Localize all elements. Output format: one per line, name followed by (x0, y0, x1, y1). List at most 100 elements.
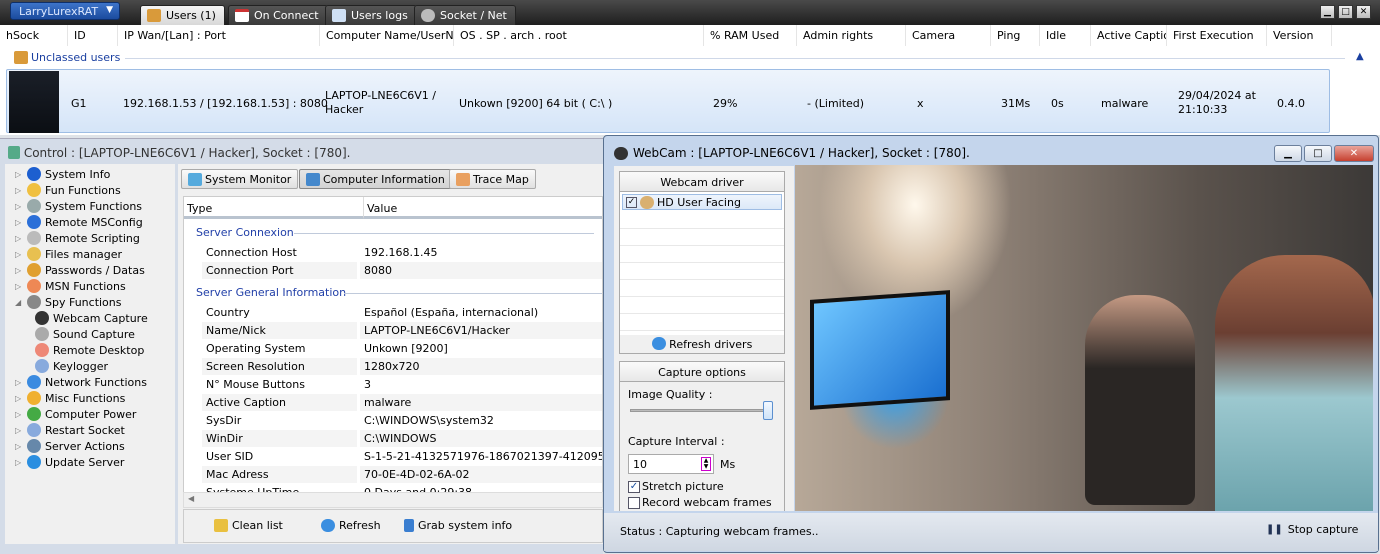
list-item[interactable]: User SID S-1-5-21-4132571976-1867021397-4… (202, 448, 602, 466)
list-item[interactable]: SysDir C:\WINDOWS\system32 (202, 412, 602, 430)
tree-label: Remote Desktop (53, 343, 145, 357)
expand-arrow-icon[interactable]: ▷ (15, 218, 23, 227)
tab-users[interactable]: Users (1) (140, 5, 225, 25)
tree-item-system-functions[interactable]: ▷ System Functions (15, 199, 142, 213)
col-idle[interactable]: Idle (1040, 25, 1091, 46)
list-item[interactable]: Connection Host 192.168.1.45 (202, 244, 602, 262)
horizontal-scrollbar[interactable]: ◀ (183, 492, 603, 508)
expand-arrow-icon[interactable]: ▷ (15, 234, 23, 243)
col-caption[interactable]: Active Caption (1091, 25, 1167, 46)
col-type[interactable]: Type (184, 197, 364, 219)
minimize-button[interactable]: ▁ (1274, 145, 1302, 162)
tree-item-keylogger[interactable]: Keylogger (35, 359, 108, 373)
refresh-drivers-button[interactable]: Refresh drivers (620, 335, 784, 353)
maximize-button[interactable]: □ (1304, 145, 1332, 162)
col-hsock[interactable]: hSock (0, 25, 68, 46)
col-value[interactable]: Value (364, 197, 602, 219)
control-title: Control : [LAPTOP-LNE6C6V1 / Hacker], So… (8, 146, 351, 160)
list-item[interactable]: Operating System Unkown [9200] (202, 340, 602, 358)
stop-capture-button[interactable]: ❚❚ Stop capture (1266, 523, 1358, 536)
col-id[interactable]: ID (68, 25, 118, 46)
collapse-arrow-icon[interactable]: ◢ (15, 298, 23, 307)
close-button[interactable]: ✕ (1356, 5, 1371, 19)
minimize-button[interactable]: ▁ (1320, 5, 1335, 19)
expand-arrow-icon[interactable]: ▷ (15, 410, 23, 419)
list-item[interactable]: Active Caption malware (202, 394, 602, 412)
spinner-icon[interactable]: ▲ ▼ (701, 457, 711, 471)
col-first-exec[interactable]: First Execution (1167, 25, 1267, 46)
expand-arrow-icon[interactable]: ▷ (15, 378, 23, 387)
interval-label: Capture Interval : (628, 435, 725, 448)
list-item[interactable]: N° Mouse Buttons 3 (202, 376, 602, 394)
expand-arrow-icon[interactable]: ▷ (15, 202, 23, 211)
list-item[interactable]: Screen Resolution 1280x720 (202, 358, 602, 376)
expand-arrow-icon[interactable]: ▷ (15, 394, 23, 403)
refresh-button[interactable]: Refresh (321, 519, 381, 532)
tree-item-computer-power[interactable]: ▷ Computer Power (15, 407, 136, 421)
tree-item-passwords-datas[interactable]: ▷ Passwords / Datas (15, 263, 145, 277)
expand-arrow-icon[interactable]: ▷ (15, 426, 23, 435)
grab-system-info-button[interactable]: Grab system info (404, 519, 512, 532)
expand-arrow-icon[interactable]: ▷ (15, 266, 23, 275)
item-type: Operating System (206, 342, 306, 355)
list-item[interactable]: WinDir C:\WINDOWS (202, 430, 602, 448)
list-item[interactable]: Connection Port 8080 (202, 262, 602, 280)
expand-arrow-icon[interactable]: ▷ (15, 442, 23, 451)
list-item[interactable]: Name/Nick LAPTOP-LNE6C6V1/Hacker (202, 322, 602, 340)
tab-users-logs[interactable]: Users logs (325, 5, 417, 25)
tree-item-update-server[interactable]: ▷ Update Server (15, 455, 124, 469)
function-icon (27, 215, 41, 229)
collapse-icon[interactable]: ▲ (1356, 51, 1364, 62)
tree-item-files-manager[interactable]: ▷ Files manager (15, 247, 122, 261)
expand-arrow-icon[interactable]: ▷ (15, 186, 23, 195)
clean-list-button[interactable]: Clean list (214, 519, 283, 532)
section-header[interactable]: Server General Information (196, 286, 346, 299)
expand-arrow-icon[interactable]: ▷ (15, 170, 23, 179)
tree-item-system-info[interactable]: ▷ System Info (15, 167, 110, 181)
col-os[interactable]: OS . SP . arch . root (454, 25, 704, 46)
tree-item-misc-functions[interactable]: ▷ Misc Functions (15, 391, 125, 405)
record-checkbox[interactable]: Record webcam frames (628, 496, 772, 509)
tree-item-msn-functions[interactable]: ▷ MSN Functions (15, 279, 126, 293)
tree-item-server-actions[interactable]: ▷ Server Actions (15, 439, 125, 453)
tree-item-fun-functions[interactable]: ▷ Fun Functions (15, 183, 121, 197)
tab-on-connect[interactable]: On Connect (228, 5, 328, 25)
tree-item-remote-scripting[interactable]: ▷ Remote Scripting (15, 231, 140, 245)
trace-map-button[interactable]: Trace Map (449, 169, 536, 189)
quality-slider[interactable] (630, 409, 770, 412)
interval-input[interactable]: 10 ▲ ▼ (628, 454, 714, 474)
tree-item-spy-functions[interactable]: ◢ Spy Functions (15, 295, 122, 309)
expand-arrow-icon[interactable]: ▷ (15, 282, 23, 291)
driver-checkbox[interactable]: ✓ (626, 196, 637, 208)
computer-information-button[interactable]: Computer Information (299, 169, 452, 189)
expand-arrow-icon[interactable]: ▷ (15, 250, 23, 259)
tree-item-remote-msconfig[interactable]: ▷ Remote MSConfig (15, 215, 143, 229)
col-computer[interactable]: Computer Name/UserName (320, 25, 454, 46)
system-monitor-button[interactable]: System Monitor (181, 169, 299, 189)
maximize-button[interactable]: □ (1338, 5, 1353, 19)
expand-arrow-icon[interactable]: ▷ (15, 458, 23, 467)
driver-item[interactable]: ✓ HD User Facing (622, 194, 782, 210)
tree-item-sound-capture[interactable]: Sound Capture (35, 327, 135, 341)
tree-item-webcam-capture[interactable]: Webcam Capture (35, 311, 148, 325)
section-header[interactable]: Server Connexion (196, 226, 294, 239)
table-row[interactable]: G1 192.168.1.53 / [192.168.1.53] : 8080 … (6, 69, 1330, 133)
group-header[interactable]: Unclassed users (14, 51, 120, 64)
col-camera[interactable]: Camera (906, 25, 991, 46)
tree-item-restart-socket[interactable]: ▷ Restart Socket (15, 423, 125, 437)
tab-socket-net[interactable]: Socket / Net (414, 5, 516, 25)
col-admin[interactable]: Admin rights (797, 25, 906, 46)
list-item[interactable]: Mac Adress 70-0E-4D-02-6A-02 (202, 466, 602, 484)
app-menu-dropdown[interactable]: LarryLurexRAT ▼ (10, 2, 120, 20)
col-ram[interactable]: % RAM Used (704, 25, 797, 46)
list-item[interactable]: Country Español (España, internacional) (202, 304, 602, 322)
tree-item-remote-desktop[interactable]: Remote Desktop (35, 343, 144, 357)
scroll-left-icon[interactable]: ◀ (188, 494, 194, 503)
col-ip[interactable]: IP Wan/[Lan] : Port (118, 25, 320, 46)
quality-slider-thumb[interactable] (763, 401, 773, 420)
col-version[interactable]: Version (1267, 25, 1332, 46)
tree-item-network-functions[interactable]: ▷ Network Functions (15, 375, 147, 389)
stretch-checkbox[interactable]: ✓ Stretch picture (628, 480, 724, 493)
col-ping[interactable]: Ping (991, 25, 1040, 46)
close-button[interactable]: ✕ (1334, 145, 1374, 162)
